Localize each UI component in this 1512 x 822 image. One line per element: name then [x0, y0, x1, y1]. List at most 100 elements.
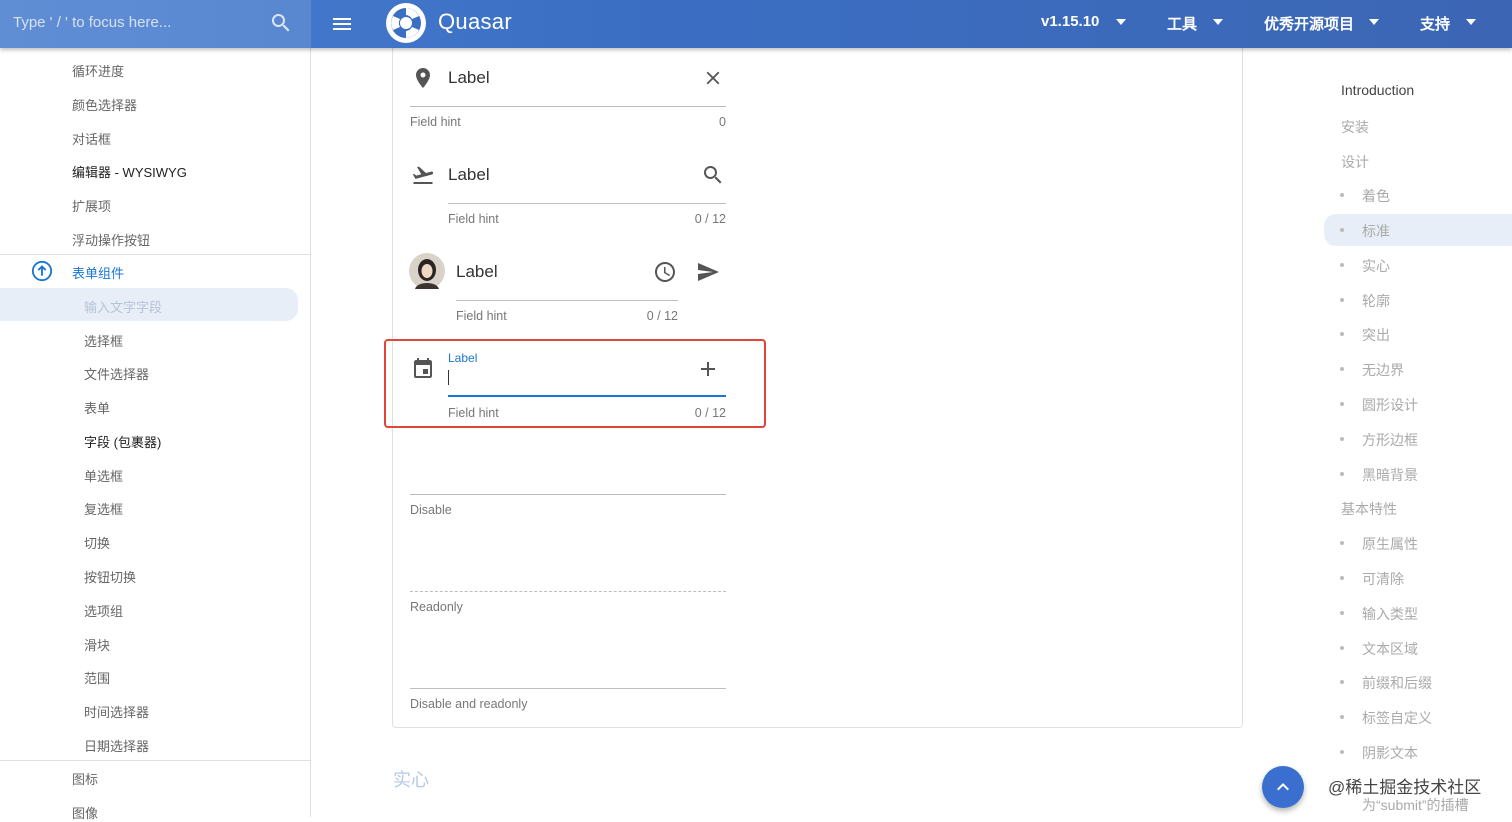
sidebar-item[interactable]: 范围 [84, 668, 110, 687]
clock-icon[interactable] [653, 260, 677, 284]
nav-open-source[interactable]: 优秀开源项目 [1264, 13, 1354, 34]
search-box[interactable]: Type ' / ' to focus here... [0, 0, 311, 48]
field-underline [456, 300, 678, 301]
toc-item[interactable]: 为“submit”的插槽 [1362, 795, 1469, 815]
field-underline [410, 494, 726, 495]
sidebar-item[interactable]: 文件选择器 [84, 364, 149, 383]
send-icon[interactable] [696, 260, 720, 284]
sidebar-item[interactable]: 图标 [72, 769, 98, 788]
toc-item[interactable]: 标签自定义 [1362, 708, 1432, 728]
toc-item[interactable]: 文本区域 [1362, 639, 1418, 659]
field-label[interactable]: Label [448, 68, 490, 88]
field-hint: Field hint [448, 406, 499, 420]
bullet [1340, 646, 1344, 650]
chevron-down-icon[interactable] [1213, 19, 1223, 25]
chevron-down-icon[interactable] [1369, 19, 1379, 25]
field-hint-readonly: Readonly [410, 600, 463, 614]
nav-tools[interactable]: 工具 [1167, 13, 1197, 34]
sidebar-item[interactable]: 选项组 [84, 601, 123, 620]
version-menu[interactable]: v1.15.10 [1041, 13, 1099, 30]
field-counter: 0 / 12 [694, 406, 726, 420]
arrow-up-circle-icon [31, 260, 53, 282]
toc-item[interactable]: 输入类型 [1362, 604, 1418, 624]
place-icon [416, 68, 430, 88]
add-icon[interactable] [696, 357, 720, 381]
sidebar-item[interactable]: 日期选择器 [84, 736, 149, 755]
toc-item[interactable]: 圆形设计 [1362, 395, 1418, 415]
field-underline-focused [448, 395, 726, 397]
chevron-up-icon [1277, 783, 1289, 791]
sidebar-item[interactable]: 编辑器 - WYSIWYG [72, 162, 187, 181]
toc-item[interactable]: 前缀和后缀 [1362, 673, 1432, 693]
toc-item-active[interactable]: 标准 [1362, 221, 1390, 241]
toc-item[interactable]: 着色 [1362, 186, 1390, 206]
chevron-down-icon[interactable] [1116, 19, 1126, 25]
toc-item-intro[interactable]: Introduction [1341, 82, 1414, 98]
sidebar-item[interactable]: 表单 [84, 398, 110, 417]
sidebar-item[interactable]: 复选框 [84, 499, 123, 518]
toc-item[interactable]: 可清除 [1362, 569, 1404, 589]
sidebar-item[interactable]: 图像 [72, 803, 98, 822]
section-title: 实心 [393, 770, 429, 790]
search-placeholder[interactable]: Type ' / ' to focus here... [13, 14, 171, 31]
field-label[interactable]: Label [448, 165, 490, 185]
field-label[interactable]: Label [456, 262, 498, 282]
bullet [1340, 472, 1344, 476]
menu-icon[interactable] [330, 12, 354, 36]
toc-item[interactable]: 原生属性 [1362, 534, 1418, 554]
search-icon[interactable] [269, 11, 293, 35]
toc-item[interactable]: 基本特性 [1341, 499, 1397, 519]
toc-item[interactable]: 方形边框 [1362, 430, 1418, 450]
sidebar-item[interactable]: 时间选择器 [84, 702, 149, 721]
sidebar: 循环进度 颜色选择器 对话框 编辑器 - WYSIWYG 扩展项 浮动操作按钮 … [0, 48, 311, 821]
sidebar-item[interactable]: 单选框 [84, 466, 123, 485]
field-underline [410, 106, 726, 107]
toc-item[interactable]: 轮廓 [1362, 291, 1390, 311]
sidebar-item[interactable]: 颜色选择器 [72, 95, 137, 114]
sidebar-item[interactable]: 切换 [84, 533, 110, 552]
sidebar-item[interactable]: 浮动操作按钮 [72, 230, 150, 249]
text-cursor [448, 370, 449, 385]
field-underline [410, 688, 726, 689]
toc-item[interactable]: 突出 [1362, 325, 1390, 345]
field-hint-disable: Disable [410, 503, 452, 517]
nav-support[interactable]: 支持 [1420, 13, 1450, 34]
toc-item[interactable]: 设计 [1341, 152, 1369, 172]
bullet [1340, 437, 1344, 441]
sidebar-item-input[interactable]: 输入文字字段 [84, 297, 162, 316]
sidebar-item[interactable]: 按钮切换 [84, 567, 136, 586]
sidebar-item[interactable]: 字段 (包裹器) [84, 432, 161, 451]
bullet [1340, 367, 1344, 371]
toc-item[interactable]: 阴影文本 [1362, 743, 1418, 763]
field-label-focused[interactable]: Label [448, 351, 477, 365]
divider [0, 760, 311, 761]
top-header: Type ' / ' to focus here... Quasar v1.15… [0, 0, 1512, 48]
bullet [1340, 680, 1344, 684]
quasar-logo-icon[interactable] [385, 2, 427, 44]
search-icon[interactable] [701, 163, 725, 187]
sidebar-item[interactable]: 选择框 [84, 331, 123, 350]
sidebar-item[interactable]: 对话框 [72, 129, 111, 148]
bullet [1340, 541, 1344, 545]
bullet [1340, 750, 1344, 754]
scroll-to-top-button[interactable] [1262, 766, 1304, 808]
sidebar-item[interactable]: 扩展项 [72, 196, 111, 215]
close-icon[interactable] [702, 67, 724, 89]
bullet [1340, 298, 1344, 302]
flight-takeoff-icon [412, 166, 434, 184]
chevron-down-icon[interactable] [1466, 19, 1476, 25]
bullet [1340, 193, 1344, 197]
toc-item[interactable]: 安装 [1341, 117, 1369, 137]
toc-item[interactable]: 黑暗背景 [1362, 465, 1418, 485]
brand-name[interactable]: Quasar [438, 9, 512, 35]
sidebar-group-forms[interactable]: 表单组件 [72, 263, 124, 282]
field-counter: 0 / 12 [694, 212, 726, 226]
avatar [409, 253, 445, 289]
divider [0, 254, 311, 255]
sidebar-item[interactable]: 滑块 [84, 635, 110, 654]
toc-active-highlight [1324, 214, 1512, 246]
toc-item[interactable]: 实心 [1362, 256, 1390, 276]
sidebar-item[interactable]: 循环进度 [72, 61, 124, 80]
toc-item[interactable]: 无边界 [1362, 360, 1404, 380]
field-hint: Field hint [448, 212, 499, 226]
